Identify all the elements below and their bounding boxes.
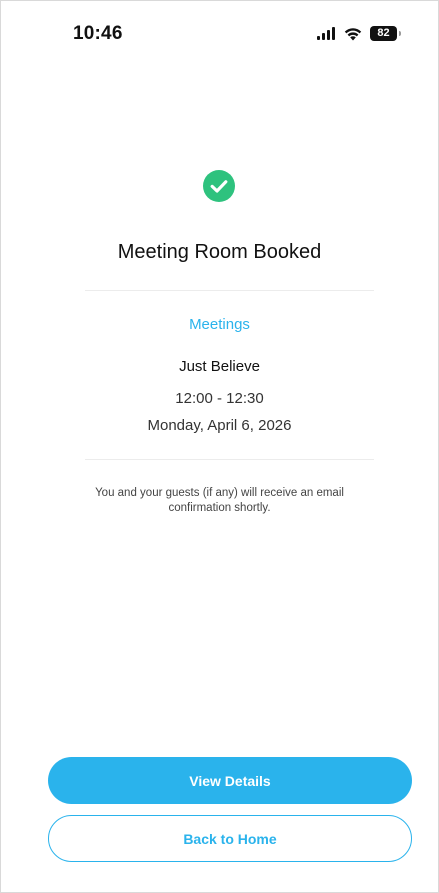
battery-icon: 82 — [370, 25, 401, 41]
battery-level: 82 — [377, 26, 390, 39]
back-to-home-button[interactable]: Back to Home — [48, 815, 412, 862]
check-circle-icon — [203, 170, 235, 202]
phone-screen: 10:46 82 Meeting Room Booked Meetings Ju… — [0, 0, 439, 893]
confirmation-note: You and your guests (if any) will receiv… — [95, 487, 344, 514]
page-title: Meeting Room Booked — [117, 241, 322, 263]
status-icons: 82 — [317, 23, 401, 43]
room-name: Just Believe — [179, 358, 260, 375]
view-details-button[interactable]: View Details — [48, 757, 412, 804]
signal-icon — [317, 26, 335, 40]
wifi-icon — [344, 28, 362, 41]
booking-date: Monday, April 6, 2026 — [147, 417, 292, 434]
booking-time-range: 12:00 - 12:30 — [175, 390, 264, 407]
booking-category: Meetings — [189, 316, 250, 333]
divider — [85, 290, 374, 291]
status-time: 10:46 — [73, 23, 123, 44]
divider — [85, 459, 374, 460]
status-bar: 10:46 82 — [1, 1, 438, 67]
